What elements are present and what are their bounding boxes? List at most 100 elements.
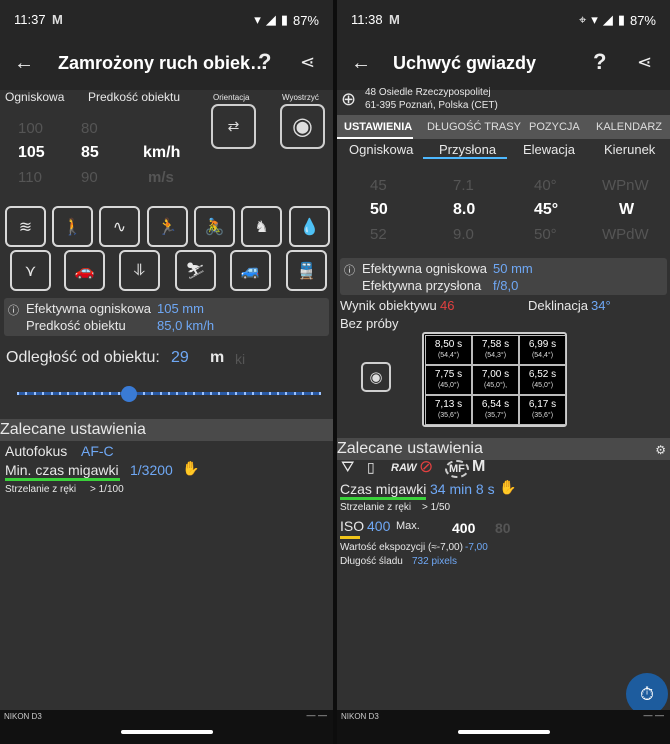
- iso-label: ISO: [340, 518, 365, 534]
- lens-score-value: 46: [440, 298, 455, 313]
- speed-below[interactable]: 90: [81, 169, 98, 186]
- running-icon: 🏃: [157, 218, 178, 236]
- elevation-selected[interactable]: 45°: [534, 201, 558, 219]
- slider-tick: [159, 392, 162, 395]
- activity-river-button[interactable]: ≋: [5, 206, 46, 247]
- subtab-focal[interactable]: Ogniskowa: [349, 142, 413, 157]
- trial-label: Bez próby: [340, 316, 399, 331]
- back-arrow-icon[interactable]: ←: [14, 52, 34, 75]
- tab-settings[interactable]: USTAWIENIA: [344, 121, 412, 133]
- timer-fab-button[interactable]: ⏱: [626, 673, 668, 715]
- exposure-cell[interactable]: 7,58 s (54,3°): [472, 335, 519, 365]
- activity-skiing-button[interactable]: ⛷: [175, 250, 216, 291]
- slider-tick: [226, 392, 229, 395]
- shutter-underline: [5, 478, 120, 481]
- r-focal-selected[interactable]: 50: [370, 201, 388, 219]
- focal-above[interactable]: 100: [18, 120, 43, 137]
- exposure-cell[interactable]: 8,50 s (54,4°): [425, 335, 472, 365]
- crosshair-icon[interactable]: ⊕: [341, 89, 356, 110]
- focal-selected[interactable]: 105: [18, 144, 45, 162]
- status-bar: 11:37 M ▾ ◢ ▮ 87%: [0, 0, 333, 40]
- activity-cycling-button[interactable]: 🚴: [194, 206, 235, 247]
- activity-walking-button[interactable]: 🚶: [52, 206, 93, 247]
- bottom-dash: — —: [643, 710, 664, 720]
- back-arrow-icon[interactable]: ←: [351, 52, 371, 75]
- aperture-below[interactable]: 9.0: [453, 226, 474, 243]
- exposure-cell[interactable]: 6,17 s (35,6°): [519, 395, 566, 425]
- exposure-cell[interactable]: 6,52 s (45,0°): [519, 365, 566, 395]
- status-right: ▾ ◢ ▮ 87%: [254, 12, 319, 28]
- info-value-1: 50 mm: [493, 261, 533, 276]
- exposure-cell[interactable]: 6,54 s (35,7°): [472, 395, 519, 425]
- unit-below[interactable]: m/s: [148, 169, 174, 186]
- home-indicator[interactable]: [457, 730, 550, 734]
- activity-bird-button[interactable]: ⋎: [10, 250, 51, 291]
- subtab-elevation[interactable]: Elewacja: [523, 142, 575, 157]
- unit-selected[interactable]: km/h: [143, 144, 180, 162]
- subtab-direction[interactable]: Kierunek: [604, 142, 655, 157]
- speed-selected[interactable]: 85: [81, 144, 99, 162]
- tab-position[interactable]: POZYCJA: [529, 121, 580, 133]
- subtab-aperture[interactable]: Przysłona: [439, 142, 496, 157]
- exposure-time: 6,52 s: [528, 369, 557, 380]
- activity-car-side-button[interactable]: 🚙: [230, 250, 271, 291]
- sensor-settings-icon[interactable]: ⚙: [655, 439, 666, 461]
- exposure-cell[interactable]: 7,13 s (35,6°): [425, 395, 472, 425]
- orientation-button[interactable]: ⇄: [211, 104, 256, 149]
- tab-indicator: [337, 137, 413, 139]
- r-focal-below[interactable]: 52: [370, 226, 387, 243]
- activity-running-button[interactable]: 🏃: [147, 206, 188, 247]
- info-label-2: Predkość obiektu: [26, 318, 126, 333]
- tab-trail-length[interactable]: DŁUGOŚĆ TRASY: [427, 121, 521, 133]
- trail-value: 732 pixels: [412, 556, 458, 567]
- aperture-selected[interactable]: 8.0: [453, 201, 475, 219]
- handheld-value: > 1/100: [90, 484, 124, 495]
- exposure-cell[interactable]: 7,00 s (45,0°),: [472, 365, 519, 395]
- exposure-cell[interactable]: 7,75 s (45,0°): [425, 365, 472, 395]
- speed-above[interactable]: 80: [81, 120, 98, 137]
- activity-waterfall-button[interactable]: ⥥: [119, 250, 160, 291]
- help-button[interactable]: ?: [593, 49, 606, 75]
- exposure-angle: (35,7°): [484, 412, 507, 419]
- declination-label: Deklinacja: [528, 298, 588, 313]
- slider-tick: [67, 392, 70, 395]
- focal-below[interactable]: 110: [18, 169, 42, 186]
- sharpen-button[interactable]: ◉: [280, 104, 325, 149]
- gmail-icon: M: [389, 12, 400, 27]
- elevation-above[interactable]: 40°: [534, 177, 557, 194]
- lens-score-label: Wynik obiektywu: [340, 298, 437, 313]
- activity-road-button[interactable]: ∿: [99, 206, 140, 247]
- tab-calendar[interactable]: KALENDARZ: [596, 121, 662, 133]
- distance-value[interactable]: 29: [171, 349, 189, 367]
- preview-button[interactable]: ◉: [361, 362, 391, 392]
- home-indicator[interactable]: [120, 730, 213, 734]
- slider-thumb[interactable]: [120, 386, 137, 402]
- distance-unit-alt[interactable]: ki: [235, 351, 245, 367]
- iso-underline: [340, 536, 360, 539]
- shutter-label: Czas migawki: [340, 481, 427, 497]
- exposure-cell[interactable]: 6,99 s (54,4°): [519, 335, 566, 365]
- slider-tick: [75, 392, 78, 395]
- shutter-value: 1/3200: [130, 462, 173, 478]
- slider-tick: [302, 392, 305, 395]
- share-icon[interactable]: ⋖: [300, 52, 315, 73]
- aperture-above[interactable]: 7.1: [453, 177, 474, 194]
- distance-unit[interactable]: m: [210, 349, 224, 367]
- exposure-time: 7,00 s: [481, 369, 510, 380]
- app-bar: ← Uchwyć gwiazdy ? ⋖: [337, 40, 670, 90]
- activity-car-front-button[interactable]: 🚗: [64, 250, 105, 291]
- activity-train-button[interactable]: 🚆: [286, 250, 327, 291]
- elevation-below[interactable]: 50°: [534, 226, 557, 243]
- direction-below[interactable]: WPdW: [602, 226, 649, 243]
- activity-drop-button[interactable]: 💧: [289, 206, 330, 247]
- activity-horse-button[interactable]: ♞: [241, 206, 282, 247]
- slider-tick: [268, 392, 271, 395]
- iso-max-next[interactable]: 80: [495, 520, 511, 536]
- iso-max-selected[interactable]: 400: [452, 520, 475, 536]
- right-screen: 11:38 M ⌖ ▾ ◢ ▮ 87% ← Uchwyć gwiazdy ? ⋖…: [337, 0, 670, 744]
- share-icon[interactable]: ⋖: [637, 52, 652, 73]
- direction-selected[interactable]: W: [619, 201, 634, 219]
- r-focal-above[interactable]: 45: [370, 177, 387, 194]
- direction-above[interactable]: WPnW: [602, 177, 649, 194]
- help-button[interactable]: ?: [258, 49, 271, 75]
